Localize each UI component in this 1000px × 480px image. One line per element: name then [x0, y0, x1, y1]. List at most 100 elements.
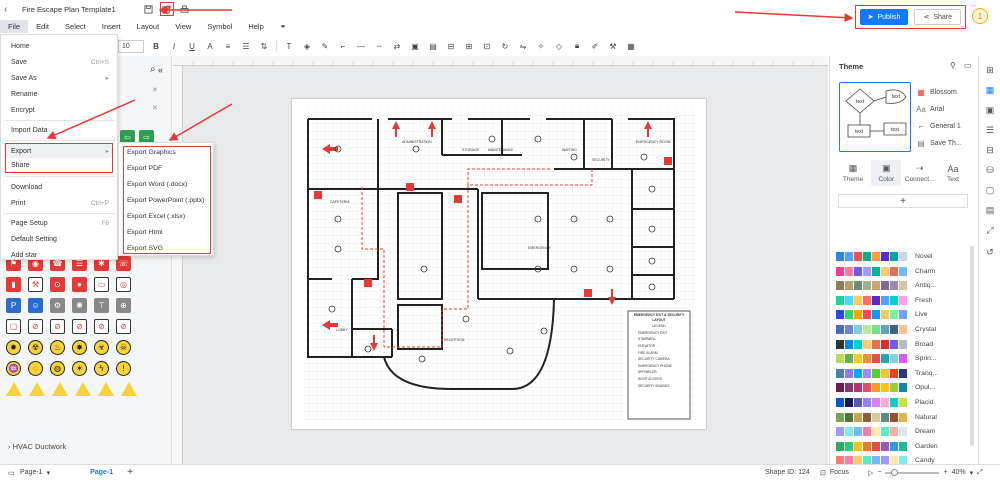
group-icon[interactable]: ▤ — [427, 42, 439, 51]
electric-icon[interactable]: ϟ — [94, 361, 109, 376]
search-icon[interactable]: ⌕ — [150, 64, 156, 75]
gear-icon[interactable]: ⚙ — [50, 298, 65, 313]
menu-symbol[interactable]: Symbol — [199, 20, 240, 33]
text-box-icon[interactable]: T — [283, 42, 295, 51]
size-icon[interactable]: ⊡ — [481, 42, 493, 51]
tab-connector[interactable]: ⇢ Connect... — [905, 160, 935, 186]
zoom-level[interactable]: 40% — [952, 469, 966, 476]
share-button[interactable]: ⋖ Share — [914, 9, 961, 25]
warning-triangle-icon[interactable] — [6, 382, 22, 396]
warning-triangle-icon[interactable] — [98, 382, 114, 396]
hazard-icon[interactable]: ✶ — [72, 361, 87, 376]
radiation-icon[interactable]: ☢ — [28, 340, 43, 355]
underline-icon[interactable]: U — [186, 42, 198, 51]
history-icon[interactable]: ↺ — [984, 246, 996, 258]
arrow-style-icon[interactable]: ⇄ — [391, 42, 403, 51]
no-water-icon[interactable]: ⊘ — [72, 319, 87, 334]
save-icon[interactable] — [144, 4, 154, 14]
document-title[interactable]: Fire Escape Plan Template1 — [22, 5, 116, 14]
expand-icon[interactable]: ⤢ — [984, 224, 996, 236]
layer-icon[interactable]: ☰ — [984, 124, 996, 136]
style-icon[interactable]: ◇ — [553, 42, 565, 51]
library-hvac-ductwork[interactable]: › HVAC Ductwork — [8, 442, 66, 451]
zoom-in-icon[interactable]: + — [943, 469, 947, 476]
menu-item-encrypt[interactable]: Encrypt — [1, 102, 119, 118]
warning-triangle-icon[interactable] — [121, 382, 137, 396]
extinguisher-icon[interactable]: ▮ — [6, 277, 21, 292]
palette-row[interactable]: Charm — [836, 265, 971, 278]
data-icon[interactable]: ⊟ — [984, 144, 996, 156]
menu-item-import-data[interactable]: Import Data — [1, 122, 119, 138]
menu-item-save[interactable]: Save Ctrl+S — [1, 54, 119, 70]
zoom-slider[interactable] — [885, 468, 940, 476]
shower-icon[interactable]: ⊤ — [94, 298, 109, 313]
warning-icon[interactable]: ! — [116, 361, 131, 376]
drawing-canvas[interactable]: ADMINISTRATION STORAGE MAINTENANCE WAITI… — [173, 56, 828, 464]
fit-page-icon[interactable]: ⤢ — [977, 469, 983, 477]
palette-row[interactable]: Garden — [836, 440, 971, 453]
chevron-down-icon[interactable]: ▾ — [970, 469, 974, 477]
menu-item-rename[interactable]: Rename — [1, 86, 119, 102]
font-size-select[interactable]: 10 — [118, 39, 144, 53]
export-powerpoint-item[interactable]: Export PowerPoint (.pptx) — [127, 192, 204, 208]
menu-edit[interactable]: Edit — [28, 20, 57, 33]
page-selector[interactable]: Page-1 ▾ — [20, 469, 50, 477]
export-html-item[interactable]: Export Html — [127, 224, 163, 240]
image-icon[interactable]: ▣ — [984, 104, 996, 116]
menu-layout[interactable]: Layout — [129, 20, 168, 33]
menu-item-add-star[interactable]: Add star — [1, 247, 119, 263]
close-icon[interactable]: ▭ — [964, 61, 972, 70]
add-color-button[interactable]: + — [838, 194, 968, 208]
no-pedestrian-icon[interactable]: ⊘ — [50, 319, 65, 334]
hose-reel-icon[interactable]: ⊙ — [50, 277, 65, 292]
rotate-icon[interactable]: ↻ — [499, 42, 511, 51]
axe-icon[interactable]: ⚒ — [28, 277, 43, 292]
palette-row[interactable]: Antiq... — [836, 279, 971, 292]
menu-help[interactable]: Help — [240, 20, 271, 33]
edit-icon[interactable]: ✐ — [589, 42, 601, 51]
theme-option-connector[interactable]: ⌐ General 1 — [916, 118, 962, 135]
valve-icon[interactable]: ⊕ — [116, 298, 131, 313]
line-style-icon[interactable]: — — [355, 42, 367, 51]
flip-icon[interactable]: ⇋ — [517, 42, 529, 51]
pin-icon[interactable]: ⚲ — [950, 61, 956, 70]
menu-insert[interactable]: Insert — [94, 20, 129, 33]
focus-button[interactable]: ⊡ Focus — [820, 469, 849, 477]
explosive-icon[interactable]: ✸ — [72, 340, 87, 355]
collapse-panel-icon[interactable]: « — [158, 65, 163, 75]
warning-triangle-icon[interactable] — [52, 382, 68, 396]
theme-option-blossom[interactable]: ▦ Blossom — [916, 84, 962, 101]
map-icon[interactable]: ▤ — [984, 204, 996, 216]
fill-icon[interactable]: ◈ — [301, 42, 313, 51]
italic-icon[interactable]: I — [168, 42, 180, 51]
no-phone-icon[interactable]: ⊘ — [94, 319, 109, 334]
pen-icon[interactable]: ✎ — [319, 42, 331, 51]
arrange-icon[interactable]: ▣ — [409, 42, 421, 51]
warning-triangle-icon[interactable] — [75, 382, 91, 396]
gas-icon[interactable]: ◍ — [50, 361, 65, 376]
align-objects-icon[interactable]: ⊟ — [445, 42, 457, 51]
export-graphics-item[interactable]: Export Graphics — [127, 144, 176, 160]
export-excel-item[interactable]: Export Excel (.xlsx) — [127, 208, 185, 224]
palette-row[interactable]: Crystal — [836, 323, 971, 336]
close-icon[interactable]: ✕ — [152, 104, 158, 112]
zoom-out-icon[interactable]: − — [877, 469, 881, 476]
theme-icon[interactable]: ▦ — [984, 84, 996, 96]
alarm-button-icon[interactable]: ● — [72, 277, 87, 292]
page-tab[interactable]: Page-1 — [90, 469, 113, 476]
export-pdf-item[interactable]: Export PDF — [127, 160, 162, 176]
export-icon[interactable] — [159, 2, 174, 16]
database-icon[interactable]: ⛁ — [984, 164, 996, 176]
call-point-icon[interactable]: ◎ — [116, 277, 131, 292]
no-smoking-icon[interactable]: ⊘ — [116, 319, 131, 334]
tools-icon[interactable]: ⚒ — [607, 42, 619, 51]
format-icon[interactable]: ⊞ — [984, 64, 996, 76]
connector-icon[interactable]: ⌐ — [337, 42, 349, 51]
zoom-slider-thumb[interactable] — [891, 468, 899, 476]
person-icon[interactable]: ☺ — [28, 298, 43, 313]
palette-row[interactable]: Novel — [836, 250, 971, 263]
palette-row[interactable]: Live — [836, 308, 971, 321]
menu-item-save-as[interactable]: Save As ▸ — [1, 70, 119, 86]
table-icon[interactable]: ▦ — [625, 42, 637, 51]
save-theme-option[interactable]: ▤ Save Th... — [916, 135, 962, 152]
